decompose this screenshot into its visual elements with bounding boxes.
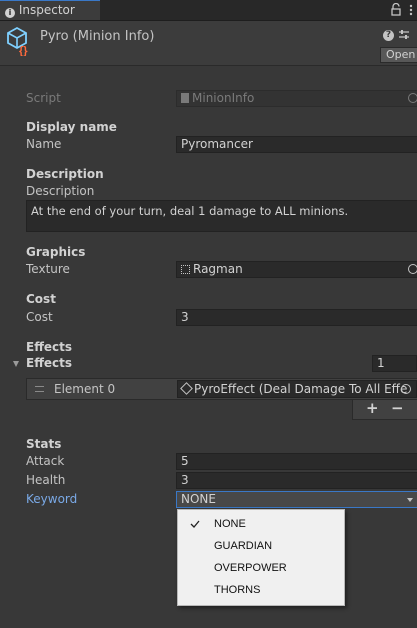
script-label: Script bbox=[26, 91, 61, 105]
effect-element-field[interactable]: PyroEffect (Deal Damage To All Effe bbox=[177, 380, 417, 398]
keyword-label: Keyword bbox=[26, 492, 78, 506]
option-label: OVERPOWER bbox=[214, 562, 287, 574]
texture-label: Texture bbox=[26, 262, 70, 276]
attack-input[interactable]: 5 bbox=[176, 453, 417, 470]
dropdown-option-none[interactable]: NONE bbox=[178, 513, 344, 535]
stats-header: Stats bbox=[26, 437, 62, 451]
open-button[interactable]: Open bbox=[380, 47, 417, 63]
texture-icon bbox=[181, 265, 190, 274]
kebab-menu-icon[interactable] bbox=[409, 4, 413, 16]
option-label: THORNS bbox=[214, 584, 261, 596]
effects-size-input[interactable]: 1 bbox=[372, 355, 417, 372]
attack-label: Attack bbox=[26, 454, 65, 468]
asset-title: Pyro (Minion Info) bbox=[40, 29, 155, 44]
add-element-button[interactable]: + bbox=[366, 399, 379, 417]
object-picker-icon bbox=[408, 93, 417, 103]
name-label: Name bbox=[26, 137, 62, 151]
effects-foldout-label[interactable]: Effects bbox=[26, 356, 72, 370]
texture-value: Ragman bbox=[193, 262, 243, 276]
lock-icon[interactable] bbox=[391, 2, 401, 16]
health-label: Health bbox=[26, 473, 66, 487]
graphics-header: Graphics bbox=[26, 245, 86, 259]
keyword-value: NONE bbox=[181, 492, 216, 506]
remove-element-button[interactable]: − bbox=[391, 399, 404, 417]
description-text: At the end of your turn, deal 1 damage t… bbox=[31, 204, 349, 218]
cost-input[interactable]: 3 bbox=[176, 309, 417, 326]
help-icon[interactable]: ? bbox=[383, 30, 394, 41]
dropdown-option-guardian[interactable]: GUARDIAN bbox=[178, 535, 344, 557]
scriptable-object-icon: {} bbox=[6, 26, 32, 57]
option-label: GUARDIAN bbox=[214, 540, 273, 552]
object-picker-icon[interactable] bbox=[408, 264, 417, 274]
description-header: Description bbox=[26, 167, 104, 181]
keyword-dropdown-menu: NONE GUARDIAN OVERPOWER THORNS bbox=[177, 509, 345, 606]
keyword-dropdown[interactable]: NONE bbox=[176, 491, 417, 508]
scriptable-object-icon bbox=[180, 382, 193, 395]
tab-label: Inspector bbox=[18, 3, 75, 17]
inspector-tab-bar: i Inspector bbox=[0, 0, 417, 21]
dropdown-option-thorns[interactable]: THORNS bbox=[178, 579, 344, 601]
effect-element-value: PyroEffect (Deal Damage To All Effe bbox=[194, 382, 408, 396]
script-field: MinionInfo bbox=[176, 90, 417, 107]
inspector-header: {} Pyro (Minion Info) ? Open bbox=[0, 21, 417, 66]
name-input[interactable]: Pyromancer bbox=[176, 136, 417, 153]
health-input[interactable]: 3 bbox=[176, 472, 417, 489]
element-label: Element 0 bbox=[54, 382, 116, 396]
tab-inspector[interactable]: i Inspector bbox=[0, 0, 100, 20]
cost-header: Cost bbox=[26, 292, 56, 306]
dropdown-arrow-icon bbox=[407, 498, 413, 502]
info-icon: i bbox=[5, 8, 15, 18]
effects-list: Element 0 PyroEffect (Deal Damage To All… bbox=[26, 378, 417, 400]
script-file-icon bbox=[181, 93, 189, 103]
description-label: Description bbox=[26, 184, 95, 198]
triangle-down-icon[interactable] bbox=[13, 361, 19, 367]
list-footer: + − bbox=[352, 399, 417, 420]
settings-icon[interactable] bbox=[398, 29, 410, 41]
dropdown-option-overpower[interactable]: OVERPOWER bbox=[178, 557, 344, 579]
cost-label: Cost bbox=[26, 310, 53, 324]
effects-header: Effects bbox=[26, 340, 73, 354]
object-picker-icon[interactable] bbox=[401, 384, 411, 394]
svg-text:{}: {} bbox=[19, 45, 28, 56]
texture-field[interactable]: Ragman bbox=[176, 261, 417, 278]
drag-handle-icon[interactable] bbox=[35, 386, 44, 392]
option-label: NONE bbox=[214, 518, 246, 530]
script-value: MinionInfo bbox=[192, 91, 255, 105]
display-name-header: Display name bbox=[26, 120, 117, 134]
description-textarea[interactable]: At the end of your turn, deal 1 damage t… bbox=[26, 200, 417, 232]
